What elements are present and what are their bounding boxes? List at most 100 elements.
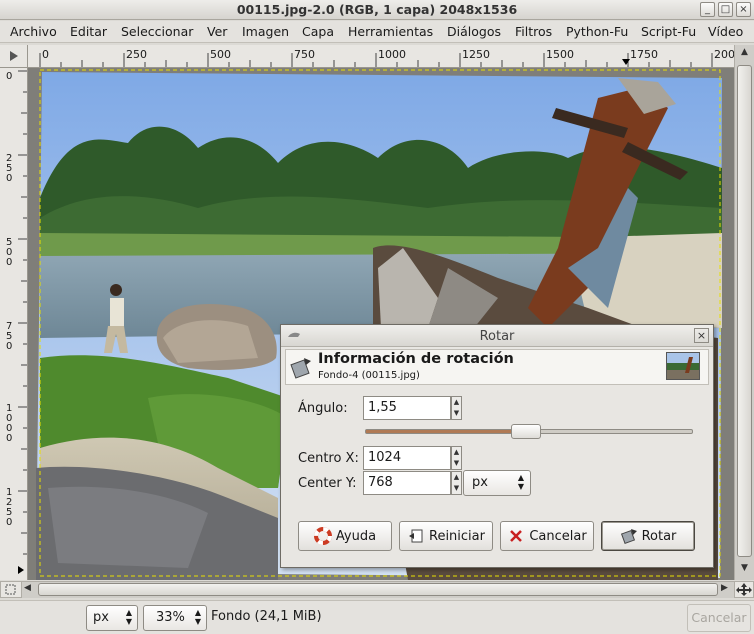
dialog-close-icon[interactable]: ×	[694, 328, 709, 343]
ruler-label: 250	[6, 153, 13, 184]
ruler-label: 1000	[6, 403, 13, 444]
arrow-icon	[10, 51, 18, 61]
vertical-ruler[interactable]: 0 250 500 750 1000 1250	[0, 68, 28, 580]
angle-input[interactable]: 1,55	[363, 396, 451, 420]
dialog-header-subtitle: Fondo-4 (00115.jpg)	[318, 370, 420, 381]
menu-ver[interactable]: Ver	[207, 24, 227, 39]
zoom-selector[interactable]: 33% ▲ ▼	[143, 605, 207, 631]
cancel-label: Cancelar	[529, 528, 587, 544]
center-unit-selector[interactable]: px ▲ ▼	[463, 470, 531, 496]
horizontal-ruler[interactable]: 0 250 500 750 1000 1250 1500 1750 2000	[28, 45, 734, 68]
cancel-x-icon	[507, 527, 525, 545]
help-label: Ayuda	[335, 528, 377, 544]
menu-python-fu[interactable]: Python-Fu	[566, 24, 628, 39]
ruler-ticks	[18, 70, 27, 574]
close-button[interactable]: ×	[736, 2, 751, 17]
window-titlebar[interactable]: 00115.jpg-2.0 (RGB, 1 capa) 2048x1536 _ …	[0, 0, 754, 20]
center-y-input[interactable]: 768	[363, 471, 451, 495]
updown-icon: ▲ ▼	[517, 473, 524, 491]
spin-up-icon: ▲	[453, 448, 460, 456]
reset-button[interactable]: Reiniciar	[399, 521, 493, 551]
cancel-button[interactable]: Cancelar	[500, 521, 594, 551]
unit-selector[interactable]: px ▲ ▼	[86, 605, 138, 631]
zoom-value: 33%	[156, 610, 185, 625]
layer-thumbnail	[666, 352, 700, 380]
menu-editar[interactable]: Editar	[70, 24, 107, 39]
lifebuoy-icon	[313, 527, 332, 545]
menu-video[interactable]: Vídeo	[708, 24, 743, 39]
statusbar: px ▲ ▼ 33% ▲ ▼ Fondo (24,1 MiB) Cancelar	[0, 600, 754, 634]
zoom-toggle-icon[interactable]	[0, 581, 22, 598]
reset-icon	[407, 527, 425, 545]
angle-spinner[interactable]: ▲ ▼	[451, 396, 462, 420]
spin-up-icon: ▲	[453, 473, 460, 481]
spin-up-icon: ▲	[453, 398, 460, 406]
ruler-label: 0	[6, 71, 13, 82]
vertical-scrollbar[interactable]: ▲ ▼	[734, 45, 754, 580]
slider-fill	[366, 430, 526, 433]
rotate-button[interactable]: Rotar	[601, 521, 695, 551]
ruler-label: 500	[6, 237, 13, 268]
center-x-spinner[interactable]: ▲ ▼	[451, 446, 462, 470]
ruler-label: 1250	[6, 487, 13, 528]
scroll-left-arrow-icon[interactable]: ◀	[24, 583, 36, 596]
center-unit-value: px	[472, 475, 488, 490]
angle-slider[interactable]	[365, 424, 693, 439]
minimize-button[interactable]: _	[700, 2, 715, 17]
help-button[interactable]: Ayuda	[298, 521, 392, 551]
ruler-label: 750	[6, 321, 13, 352]
ruler-label: 750	[294, 48, 315, 61]
menu-herramientas[interactable]: Herramientas	[348, 24, 433, 39]
spin-down-icon: ▼	[453, 409, 460, 417]
angle-label: Ángulo:	[298, 401, 348, 416]
window-title: 00115.jpg-2.0 (RGB, 1 capa) 2048x1536	[236, 2, 518, 17]
spin-down-icon: ▼	[453, 484, 460, 492]
ruler-label: 250	[126, 48, 147, 61]
pointer-marker	[622, 59, 630, 65]
scroll-up-arrow-icon[interactable]: ▲	[737, 47, 752, 62]
dialog-header-title: Información de rotación	[318, 351, 514, 367]
navigate-icon[interactable]	[734, 581, 754, 598]
pointer-marker	[18, 566, 24, 574]
center-y-spinner[interactable]: ▲ ▼	[451, 471, 462, 495]
ruler-label: 1500	[546, 48, 574, 61]
vertical-scroll-thumb[interactable]	[737, 65, 752, 557]
center-y-label: Center Y:	[298, 476, 357, 491]
status-cancel-button[interactable]: Cancelar	[687, 604, 751, 632]
menu-imagen[interactable]: Imagen	[242, 24, 289, 39]
layer-info: Fondo (24,1 MiB)	[211, 609, 322, 624]
rotate-tool-icon	[620, 527, 638, 545]
center-x-input[interactable]: 1024	[363, 446, 451, 470]
menu-dialogos[interactable]: Diálogos	[447, 24, 501, 39]
horizontal-scrollbar[interactable]: ◀ ▶	[22, 581, 734, 598]
rotate-tool-icon	[290, 355, 314, 382]
maximize-button[interactable]: □	[718, 2, 733, 17]
ruler-label: 1000	[378, 48, 406, 61]
menu-archivo[interactable]: Archivo	[10, 24, 57, 39]
scroll-down-arrow-icon[interactable]: ▼	[737, 563, 752, 578]
dialog-title: Rotar	[479, 329, 515, 344]
updown-icon: ▲ ▼	[125, 608, 132, 626]
menu-seleccionar[interactable]: Seleccionar	[121, 24, 193, 39]
updown-icon: ▲ ▼	[194, 608, 201, 626]
ruler-label: 1250	[462, 48, 490, 61]
rotate-dialog: Rotar × Información de rotación Fondo-4 …	[280, 324, 714, 568]
ruler-label: 2000	[714, 48, 734, 61]
horizontal-scroll-thumb[interactable]	[38, 583, 718, 596]
center-x-label: Centro X:	[298, 451, 359, 466]
rotate-label: Rotar	[641, 528, 677, 544]
dialog-titlebar[interactable]: Rotar ×	[281, 325, 713, 347]
quick-mask-corner[interactable]	[0, 45, 28, 68]
spin-down-icon: ▼	[453, 459, 460, 467]
ruler-label: 0	[42, 48, 49, 61]
scroll-right-arrow-icon[interactable]: ▶	[721, 583, 733, 596]
menubar: Archivo Editar Seleccionar Ver Imagen Ca…	[0, 21, 754, 43]
ruler-label: 1750	[630, 48, 658, 61]
menu-script-fu[interactable]: Script-Fu	[641, 24, 696, 39]
ruler-label: 500	[210, 48, 231, 61]
dialog-header: Información de rotación Fondo-4 (00115.j…	[285, 349, 709, 385]
reset-label: Reiniciar	[429, 528, 485, 544]
menu-capa[interactable]: Capa	[302, 24, 334, 39]
slider-thumb[interactable]	[511, 424, 541, 439]
menu-filtros[interactable]: Filtros	[515, 24, 552, 39]
